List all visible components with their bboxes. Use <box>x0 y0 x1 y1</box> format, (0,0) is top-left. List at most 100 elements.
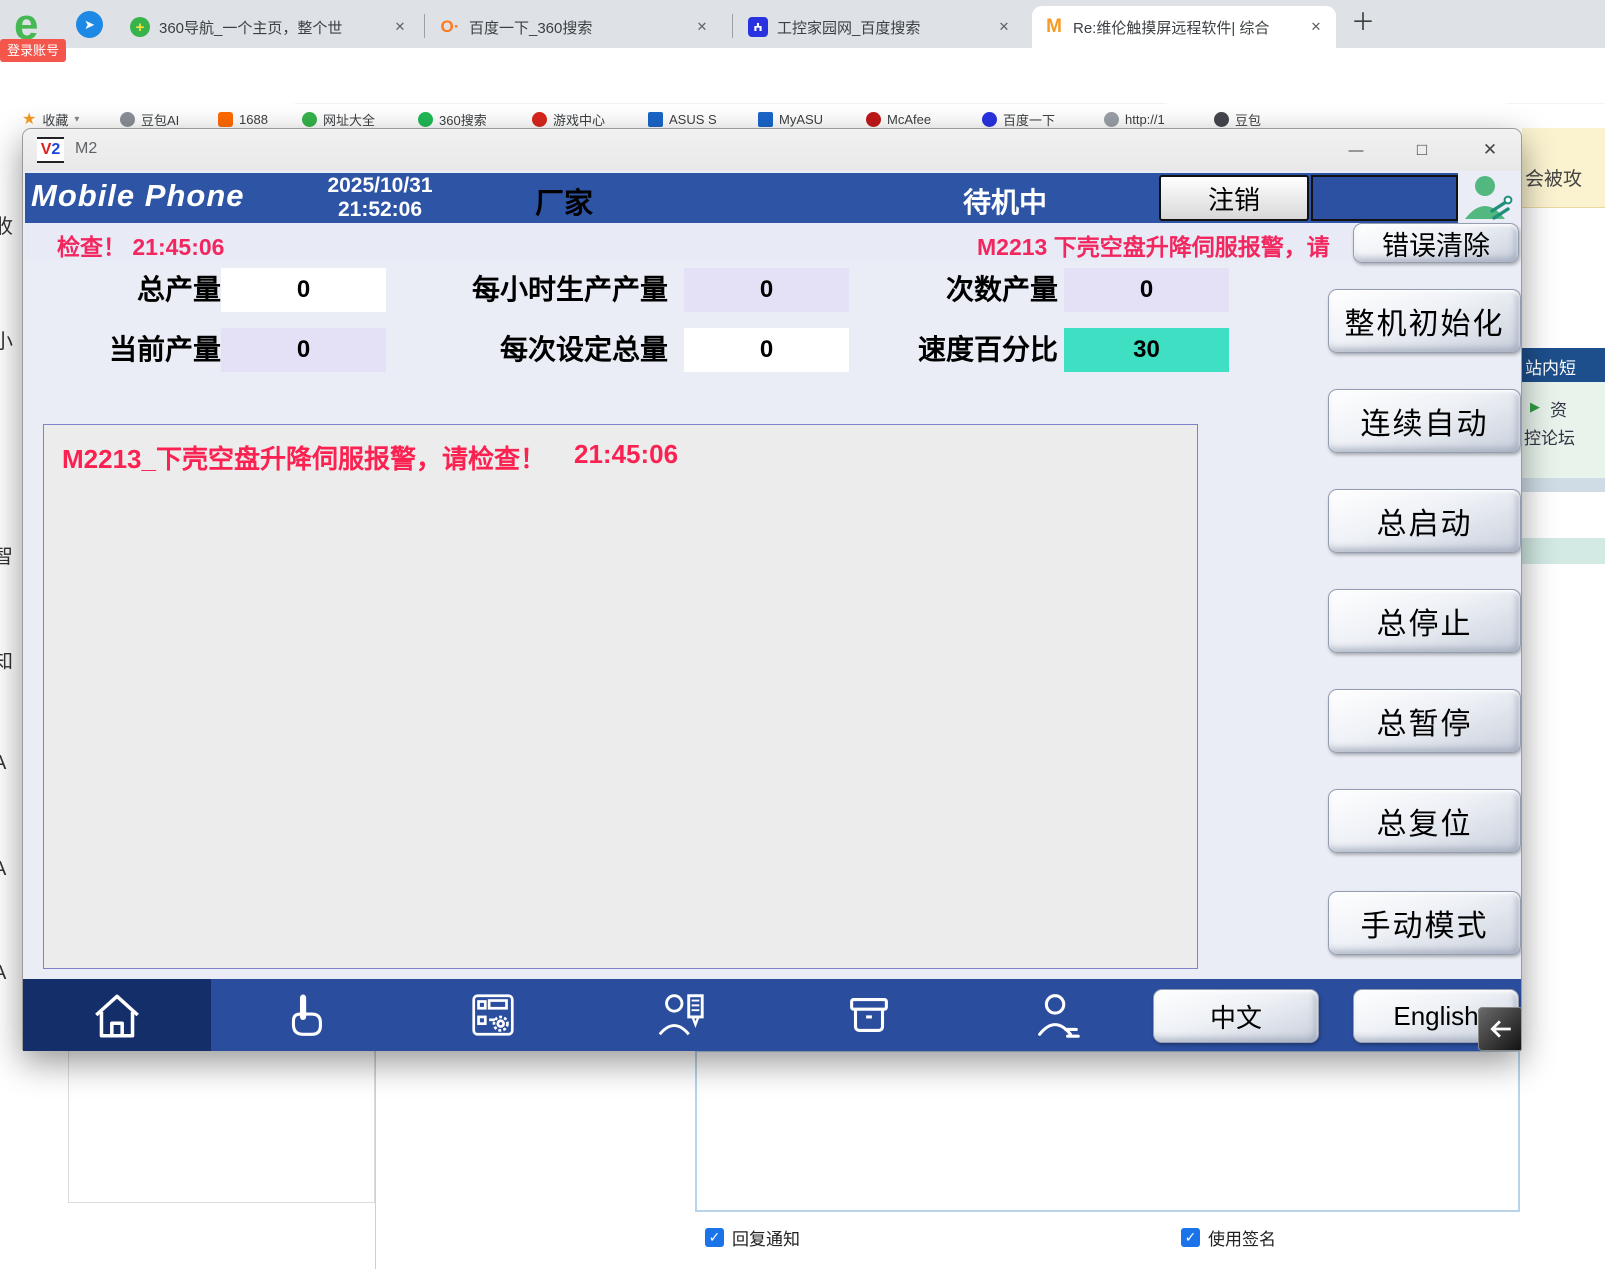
tab-close-icon[interactable]: ✕ <box>692 17 712 37</box>
bookmark-label: 收藏 <box>42 110 68 129</box>
use-signature-checkbox-row[interactable]: ✓ 使用签名 <box>1181 1225 1276 1250</box>
tab-close-icon[interactable]: ✕ <box>390 17 410 37</box>
background-text-fragment: 智 <box>0 540 19 569</box>
window-maximize-button[interactable]: □ <box>1399 130 1445 170</box>
background-reply-box[interactable] <box>695 1050 1520 1212</box>
star-icon: ★ <box>22 109 36 129</box>
nav-parameters-button[interactable] <box>399 979 587 1051</box>
field-label-current-output: 当前产量 <box>53 328 221 372</box>
field-value-speed-percent[interactable]: 30 <box>1064 328 1229 372</box>
master-pause-button[interactable]: 总暂停 <box>1328 689 1521 753</box>
master-start-button[interactable]: 总启动 <box>1328 489 1521 553</box>
error-clear-button[interactable]: 错误清除 <box>1353 223 1519 263</box>
master-stop-button[interactable]: 总停止 <box>1328 589 1521 653</box>
field-value-total-output[interactable]: 0 <box>221 268 386 312</box>
bookmark-label: 1688 <box>239 112 268 127</box>
nav-home-button[interactable] <box>23 979 211 1051</box>
field-label-speed-percent: 速度百分比 <box>868 328 1058 372</box>
hmi-screen: Mobile Phone 2025/10/31 21:52:06 厂家 待机中 … <box>23 171 1521 1051</box>
nav-manual-button[interactable] <box>211 979 399 1051</box>
tab-label: 百度一下_360搜索 <box>469 17 686 38</box>
checkbox-checked-icon[interactable]: ✓ <box>1181 1228 1200 1247</box>
baidu-favicon: ⵄ <box>748 17 768 37</box>
background-text-fragment: A <box>0 962 19 985</box>
360search-favicon: O· <box>440 17 460 37</box>
window-minimize-button[interactable]: — <box>1333 130 1379 170</box>
background-panel-header: 站内短 <box>1522 348 1605 382</box>
background-link-text[interactable]: 控论坛 <box>1524 424 1575 449</box>
continuous-auto-button[interactable]: 连续自动 <box>1328 389 1521 453</box>
background-teal-band <box>1522 538 1605 564</box>
master-reset-button[interactable]: 总复位 <box>1328 789 1521 853</box>
background-text-fragment: 收 <box>0 210 19 239</box>
tab-baidu-search[interactable]: ⵄ 工控家园网_百度搜索 ✕ <box>736 6 1024 48</box>
background-left-box <box>68 1050 375 1203</box>
tab-label: 360导航_一个主页，整个世 <box>159 17 384 38</box>
window-title-bar[interactable]: V2 M2 — □ ✕ <box>23 129 1521 171</box>
machine-initialize-button[interactable]: 整机初始化 <box>1328 289 1521 353</box>
bookmark-label: McAfee <box>887 112 931 127</box>
language-chinese-button[interactable]: 中文 <box>1153 989 1319 1043</box>
checkbox-checked-icon[interactable]: ✓ <box>705 1228 724 1247</box>
background-link-panel: ▶ 资 控论坛 <box>1522 382 1605 478</box>
logout-button[interactable]: 注销 <box>1159 175 1309 221</box>
checkbox-label: 回复通知 <box>732 1225 800 1250</box>
bookmark-label: 360搜索 <box>439 110 487 129</box>
settings-panel-icon <box>466 988 520 1042</box>
tab-360nav[interactable]: + 360导航_一个主页，整个世 ✕ <box>118 6 420 48</box>
reply-notify-checkbox-row[interactable]: ✓ 回复通知 <box>705 1225 800 1250</box>
remote-connection-icon[interactable] <box>1461 171 1517 230</box>
tab-360search[interactable]: O· 百度一下_360搜索 ✕ <box>428 6 722 48</box>
login-account-badge[interactable]: 登录账号 <box>0 39 66 62</box>
hmi-date: 2025/10/31 <box>275 174 485 198</box>
hmi-machine-status: 待机中 <box>905 181 1105 221</box>
bookmark-label: 豆包 <box>1235 110 1261 129</box>
bookmark-asus[interactable]: ASUS S <box>648 108 717 130</box>
bookmark-game-center[interactable]: 游戏中心 <box>532 108 605 130</box>
bookmark-myasus[interactable]: MyASU <box>758 108 823 130</box>
back-arrow-icon <box>1488 1016 1514 1042</box>
bookmark-mcafee[interactable]: McAfee <box>866 108 931 130</box>
window-title: M2 <box>75 140 97 158</box>
bookmark-360-search[interactable]: 360搜索 <box>418 108 487 130</box>
tab-close-icon[interactable]: ✕ <box>994 17 1014 37</box>
background-panel-title: 站内短 <box>1525 354 1576 379</box>
bookmark-doubao[interactable]: 豆包 <box>1214 108 1261 130</box>
nav-user-button[interactable] <box>963 979 1151 1051</box>
bookmark-label: 豆包AI <box>141 110 179 129</box>
field-label-total-output: 总产量 <box>63 268 221 312</box>
tab-ymmfa-active[interactable]: M Re:维伦触摸屏远程软件| 综合 ✕ <box>1032 6 1336 48</box>
tab-label: Re:维伦触摸屏远程软件| 综合 <box>1073 17 1300 38</box>
viewer-back-button[interactable] <box>1478 1007 1521 1051</box>
background-warning-text: 会被攻 <box>1525 164 1582 191</box>
background-link-text[interactable]: 资 <box>1550 396 1567 421</box>
browser-toolbar: AI ymmfa.com / Re:维伦触摸屏远程软件| 综合讨论 - ☆ ⋯ … <box>0 48 1605 104</box>
field-value-batch-total[interactable]: 0 <box>684 328 849 372</box>
bookmark-doubao-ai[interactable]: 豆包AI <box>120 108 179 130</box>
nav-operator-button[interactable] <box>587 979 775 1051</box>
field-label-batch-total: 每次设定总量 <box>443 328 668 372</box>
new-tab-button[interactable]: ＋ <box>1348 8 1378 38</box>
bookmark-label: 网址大全 <box>323 110 375 129</box>
hand-pointer-icon <box>278 988 332 1042</box>
background-warning-band: 会被攻 <box>1522 128 1605 208</box>
tab-close-icon[interactable]: ✕ <box>1306 17 1326 37</box>
hmi-datetime: 2025/10/31 21:52:06 <box>275 174 485 222</box>
field-value-current-output[interactable]: 0 <box>221 328 386 372</box>
hmi-vendor-label: 厂家 <box>535 180 593 222</box>
bookmark-http-link[interactable]: http://1 <box>1104 108 1165 130</box>
manual-mode-button[interactable]: 手动模式 <box>1328 891 1521 955</box>
bookmark-site-index[interactable]: 网址大全 <box>302 108 375 130</box>
bookmark-label: 百度一下 <box>1003 110 1055 129</box>
bookmark-favorites[interactable]: ★ 收藏 ▾ <box>22 108 79 130</box>
bookmark-baidu[interactable]: 百度一下 <box>982 108 1055 130</box>
window-close-button[interactable]: ✕ <box>1467 130 1513 170</box>
field-value-defect-count[interactable]: 0 <box>1064 268 1229 312</box>
360nav-favicon: + <box>130 17 150 37</box>
field-value-hourly-output[interactable]: 0 <box>684 268 849 312</box>
messenger-icon[interactable]: ➤ <box>76 11 103 38</box>
hmi-brand-title: Mobile Phone <box>31 178 245 214</box>
alarm-list-panel: M2213_下壳空盘升降伺服报警，请检查！ 21:45:06 <box>43 424 1198 969</box>
bookmark-1688[interactable]: 1688 <box>218 108 268 130</box>
nav-storage-button[interactable] <box>775 979 963 1051</box>
